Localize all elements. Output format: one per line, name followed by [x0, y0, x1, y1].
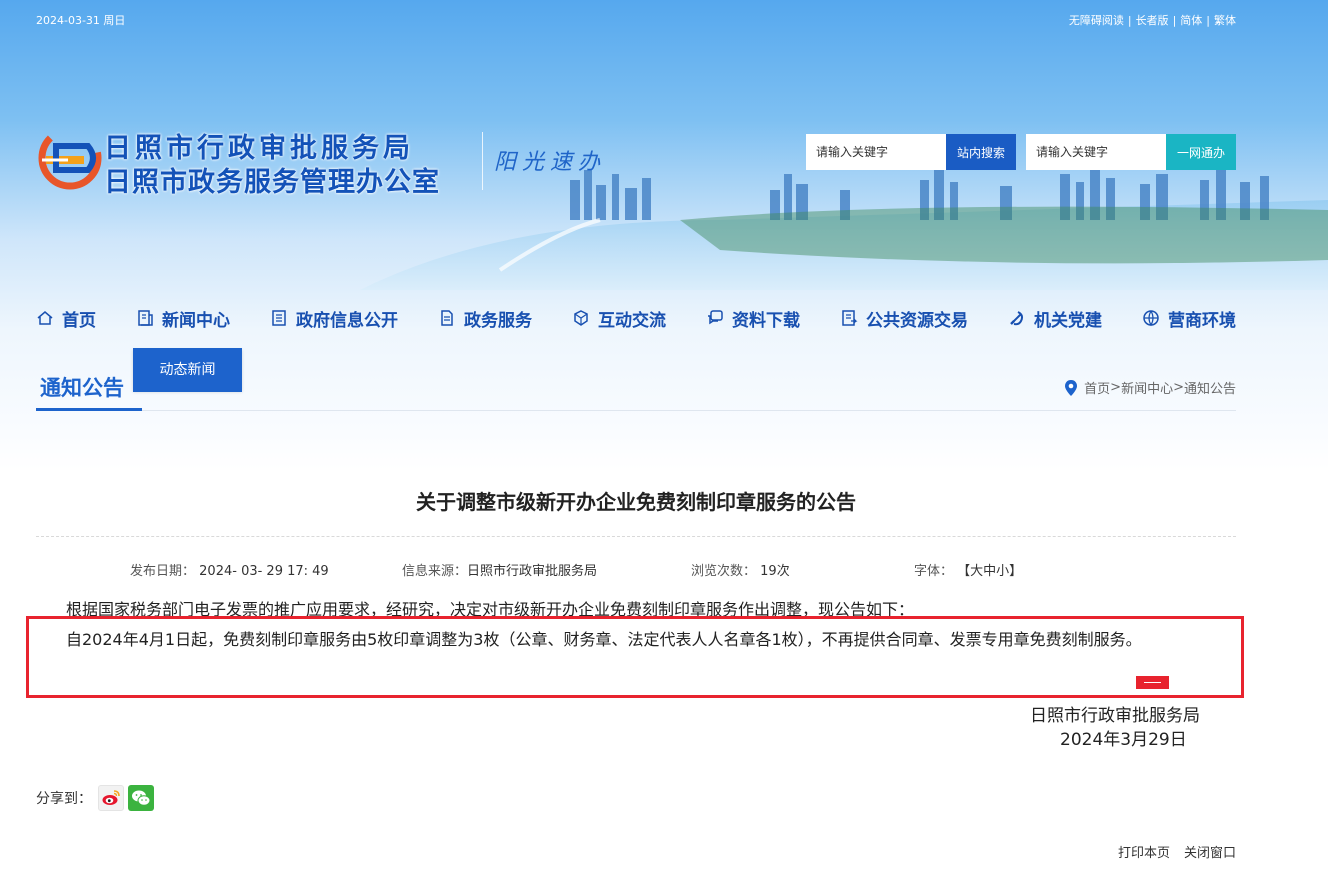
- nav-label: 政府信息公开: [296, 310, 398, 331]
- share-weibo-button[interactable]: [98, 785, 124, 811]
- breadcrumb-current[interactable]: 通知公告: [1184, 378, 1236, 397]
- document-icon: [272, 310, 286, 326]
- signature-date: 2024年3月29日: [1060, 730, 1187, 750]
- nav-home[interactable]: 首页: [36, 306, 96, 331]
- current-date: 2024-03-31 周日: [36, 14, 126, 27]
- title-divider: [36, 536, 1236, 537]
- meta-font-label: 字体：: [914, 564, 954, 579]
- globe-icon: [1143, 310, 1159, 327]
- trade-icon: [842, 310, 858, 326]
- submenu-underline: [133, 390, 242, 392]
- submenu-dynamic-news[interactable]: 动态新闻: [133, 348, 242, 390]
- site-search-button[interactable]: 站内搜索: [946, 134, 1016, 170]
- portal-search-button[interactable]: 一网通办: [1166, 134, 1236, 170]
- site-search-box: [806, 134, 946, 170]
- bureau-name-secondary: 日照市政务服务管理办公室: [104, 167, 440, 198]
- meta-source-label: 信息来源：: [402, 564, 468, 579]
- nav-label: 机关党建: [1034, 310, 1102, 331]
- close-window-link[interactable]: 关闭窗口: [1184, 846, 1236, 861]
- article-title: 关于调整市级新开办企业免费刻制印章服务的公告: [416, 490, 856, 514]
- party-icon: [1010, 311, 1023, 326]
- logo-divider: [482, 132, 483, 190]
- nav-downloads[interactable]: 资料下载: [706, 306, 800, 331]
- meta-source: 信息来源：日照市行政审批服务局: [402, 560, 597, 579]
- nav-label: 新闻中心: [162, 310, 230, 331]
- share-label: 分享到：: [36, 791, 92, 807]
- highlight-box: [26, 616, 1244, 698]
- share-wechat-button[interactable]: [128, 785, 154, 811]
- portal-search-input[interactable]: [1026, 134, 1166, 170]
- interact-icon: [574, 310, 588, 326]
- meta-date-value: 2024- 03- 29 17: 49: [199, 564, 329, 579]
- breadcrumb-home[interactable]: 首页: [1084, 378, 1110, 397]
- nav-label: 首页: [62, 310, 96, 331]
- signature-org: 日照市行政审批服务局: [1030, 706, 1200, 726]
- section-divider: [36, 410, 1236, 411]
- meta-views-value: 19次: [760, 564, 790, 579]
- nav-business-env[interactable]: 营商环境: [1142, 306, 1236, 331]
- portal-search-box: [1026, 134, 1166, 170]
- weibo-icon: [102, 790, 120, 805]
- footer-actions: 打印本页 关闭窗口: [1104, 842, 1236, 861]
- collapse-marker-icon[interactable]: [1136, 676, 1169, 689]
- wechat-icon: [132, 790, 151, 806]
- meta-source-value: 日照市行政审批服务局: [467, 564, 598, 579]
- site-search-input[interactable]: [806, 134, 946, 170]
- download-icon: [708, 310, 723, 325]
- font-size-switch[interactable]: 【大中小】: [957, 564, 1022, 579]
- nav-public-trade[interactable]: 公共资源交易: [840, 306, 968, 331]
- nav-gov-service[interactable]: 政务服务: [438, 306, 532, 331]
- meta-publish-date: 发布日期： 2024- 03- 29 17: 49: [130, 560, 329, 579]
- breadcrumb: 首页 > 新闻中心 > 通知公告: [1064, 378, 1236, 397]
- nav-gov-info[interactable]: 政府信息公开: [270, 306, 398, 331]
- print-page-link[interactable]: 打印本页: [1118, 846, 1170, 861]
- home-icon: [37, 311, 53, 325]
- top-links: 无障碍阅读 | 长者版 | 简体 | 繁体: [1068, 14, 1236, 27]
- meta-views-label: 浏览次数：: [691, 564, 757, 579]
- meta-date-label: 发布日期：: [130, 564, 196, 579]
- elder-version-link[interactable]: 长者版: [1136, 14, 1169, 27]
- news-icon: [138, 310, 153, 326]
- bureau-logo-icon: [38, 126, 102, 190]
- section-title-underline: [36, 408, 142, 411]
- city-skyline-illustration: [360, 168, 1328, 290]
- accessible-reading-link[interactable]: 无障碍阅读: [1069, 14, 1124, 27]
- traditional-link[interactable]: 繁体: [1214, 14, 1236, 27]
- nav-label: 政务服务: [464, 310, 532, 331]
- nav-party[interactable]: 机关党建: [1008, 306, 1102, 331]
- meta-font-size: 字体： 【大中小】: [914, 560, 1022, 579]
- nav-label: 公共资源交易: [866, 310, 968, 331]
- nav-news[interactable]: 新闻中心: [136, 306, 230, 331]
- breadcrumb-news[interactable]: 新闻中心: [1121, 378, 1173, 397]
- slogan: 阳光速办: [494, 150, 607, 175]
- service-icon: [441, 310, 453, 326]
- nav-label: 营商环境: [1168, 310, 1236, 331]
- simplified-link[interactable]: 简体: [1180, 14, 1202, 27]
- nav-interaction[interactable]: 互动交流: [572, 306, 666, 331]
- meta-views: 浏览次数： 19次: [691, 560, 790, 579]
- section-title: 通知公告: [40, 376, 124, 400]
- nav-label: 互动交流: [598, 310, 666, 331]
- nav-label: 资料下载: [732, 310, 800, 331]
- main-nav: 首页 新闻中心 政府信息公开 政务服务 互动交流 资料下载 公共资源交易 机关党…: [36, 304, 1236, 332]
- location-pin-icon: [1065, 379, 1078, 396]
